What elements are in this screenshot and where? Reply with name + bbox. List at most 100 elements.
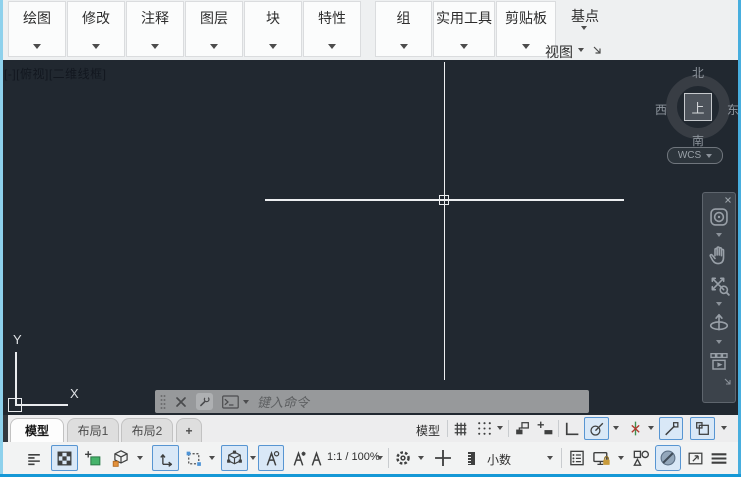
osnap-tracking-caret-icon[interactable]: [648, 426, 654, 430]
draw-order-icon[interactable]: [24, 449, 43, 468]
annotation-scale-caret-icon[interactable]: [377, 456, 383, 460]
annotation-sync-icon[interactable]: [307, 449, 326, 468]
gizmo-caret-icon[interactable]: [250, 456, 256, 460]
command-grip-icon[interactable]: [159, 394, 167, 410]
ribbon-panel-modify[interactable]: 修改: [67, 1, 125, 57]
showmotion-icon[interactable]: [707, 349, 731, 373]
annotation-caret-icon[interactable]: [721, 426, 727, 430]
ribbon-panel-annotate[interactable]: 注释: [126, 1, 184, 57]
tab-label: 布局1: [77, 424, 109, 438]
view-tab-label[interactable]: 视图: [545, 42, 573, 62]
command-customize-chip[interactable]: [196, 393, 213, 410]
viewcube-north[interactable]: 北: [690, 64, 706, 81]
ui-lock-icon[interactable]: [591, 448, 612, 469]
selection-filter-caret-icon[interactable]: [209, 456, 215, 460]
ribbon: 绘图 修改 注释 图层 块 特性 组 实用工具 剪贴板 基点 视图: [0, 0, 741, 61]
viewcube-west[interactable]: 西: [653, 101, 669, 118]
command-line[interactable]: 键入命令: [155, 390, 589, 413]
panel-caret-icon[interactable]: [33, 44, 41, 49]
annotation-scale-value[interactable]: 1:1 / 100%: [327, 451, 380, 463]
separator: [447, 420, 448, 437]
tab-model[interactable]: 模型: [10, 418, 64, 442]
annotation-visibility-toggle[interactable]: [258, 445, 284, 471]
annotation-visibility-icon: [266, 450, 279, 466]
workspace-caret-icon[interactable]: [418, 456, 424, 460]
autocad-window: 绘图 修改 注释 图层 块 特性 组 实用工具 剪贴板 基点 视图 [-][俯视…: [0, 0, 741, 477]
window-border-left: [0, 0, 3, 477]
command-close-icon[interactable]: [175, 396, 187, 408]
ribbon-panel-utilities[interactable]: 实用工具: [433, 1, 495, 57]
ribbon-panel-draw[interactable]: 绘图: [8, 1, 66, 57]
viewcube-top-face[interactable]: 上: [684, 93, 712, 121]
command-prompt-caret-icon[interactable]: [243, 399, 249, 404]
snap-caret-icon[interactable]: [497, 426, 503, 430]
annotation-monitor-caret-icon[interactable]: [137, 456, 143, 460]
command-input-placeholder[interactable]: 键入命令: [257, 392, 309, 411]
view-caret-icon[interactable]: [578, 48, 584, 52]
panel-caret-icon[interactable]: [328, 44, 336, 49]
zoom-caret-icon[interactable]: [716, 302, 722, 306]
panel-caret-icon[interactable]: [92, 44, 100, 49]
panel-caret-icon[interactable]: [151, 44, 159, 49]
gizmo-toggle[interactable]: [221, 445, 248, 471]
viewport-controls-label[interactable]: [-][俯视][二维线框]: [4, 65, 107, 82]
clean-screen-crosshair-icon[interactable]: [432, 447, 454, 469]
ortho-mode-icon[interactable]: [562, 419, 581, 438]
pan-hand-icon[interactable]: [707, 243, 731, 267]
ribbon-panel-group[interactable]: 组: [375, 1, 432, 57]
orbit-icon[interactable]: [707, 311, 731, 335]
isolate-objects-icon[interactable]: [631, 448, 651, 468]
tab-layout1[interactable]: 布局1: [67, 418, 119, 442]
graphics-performance-toggle[interactable]: [655, 445, 681, 471]
tab-layout2[interactable]: 布局2: [121, 418, 173, 442]
annotation-autoscale-icon[interactable]: [289, 449, 308, 468]
tab-add-layout[interactable]: +: [176, 418, 202, 442]
units-caret-icon[interactable]: [547, 456, 553, 460]
ui-lock-caret-icon[interactable]: [618, 456, 624, 460]
wheel-caret-icon[interactable]: [716, 233, 722, 237]
hardware-acceleration-toggle[interactable]: [51, 445, 78, 471]
customize-menu-icon[interactable]: [708, 449, 730, 468]
workspace-gear-icon[interactable]: [393, 448, 413, 468]
crosshair-pickbox: [439, 195, 449, 205]
panel-caret-icon[interactable]: [269, 44, 277, 49]
navigation-wheel-icon[interactable]: [708, 206, 730, 228]
snap-mode-icon[interactable]: [475, 419, 494, 438]
fullscreen-icon[interactable]: [686, 449, 705, 468]
zoom-extents-icon[interactable]: [707, 273, 731, 297]
drawing-canvas[interactable]: [-][俯视][二维线框] Y X 上 北 西 东 南 WCS 键入命令: [0, 60, 741, 415]
osnap-tracking-icon[interactable]: [626, 419, 645, 438]
orbit-caret-icon[interactable]: [716, 340, 722, 344]
dynamic-ucs-toggle[interactable]: [152, 445, 179, 471]
polar-tracking-toggle[interactable]: [584, 417, 609, 440]
navbar-customize-icon[interactable]: [723, 377, 732, 386]
model-space-toggle[interactable]: 模型: [416, 422, 440, 439]
selection-cycling-icon[interactable]: [84, 449, 103, 468]
panel-caret-icon[interactable]: [522, 44, 530, 49]
grid-display-icon[interactable]: [451, 419, 470, 438]
annotation-monitor-icon[interactable]: [111, 448, 131, 468]
command-prompt-icon[interactable]: [222, 394, 239, 409]
tab-label: 模型: [24, 424, 49, 438]
ribbon-panel-layers[interactable]: 图层: [185, 1, 243, 57]
ribbon-panel-block[interactable]: 块: [244, 1, 302, 57]
ribbon-panel-properties[interactable]: 特性: [303, 1, 361, 57]
navbar-close-icon[interactable]: [724, 196, 732, 204]
selection-filter-icon[interactable]: [184, 449, 203, 468]
dynamic-input-icon[interactable]: [536, 419, 555, 438]
ribbon-launcher-icon[interactable]: [592, 45, 603, 56]
ucs-x-axis: [15, 404, 68, 406]
panel-caret-icon[interactable]: [460, 44, 468, 49]
base-panel-label[interactable]: 基点: [558, 6, 612, 26]
units-value[interactable]: 小数: [487, 451, 511, 468]
infer-constraints-icon[interactable]: [513, 419, 532, 438]
object-snap-toggle[interactable]: [659, 417, 683, 440]
units-ruler-icon[interactable]: [463, 449, 481, 468]
wcs-dropdown[interactable]: WCS: [667, 147, 723, 164]
annotation-objects-toggle[interactable]: [690, 417, 715, 440]
quick-properties-icon[interactable]: [567, 448, 587, 468]
panel-caret-icon[interactable]: [399, 44, 408, 49]
polar-caret-icon[interactable]: [613, 426, 619, 430]
base-panel-caret-icon[interactable]: [581, 26, 587, 30]
panel-caret-icon[interactable]: [210, 44, 218, 49]
